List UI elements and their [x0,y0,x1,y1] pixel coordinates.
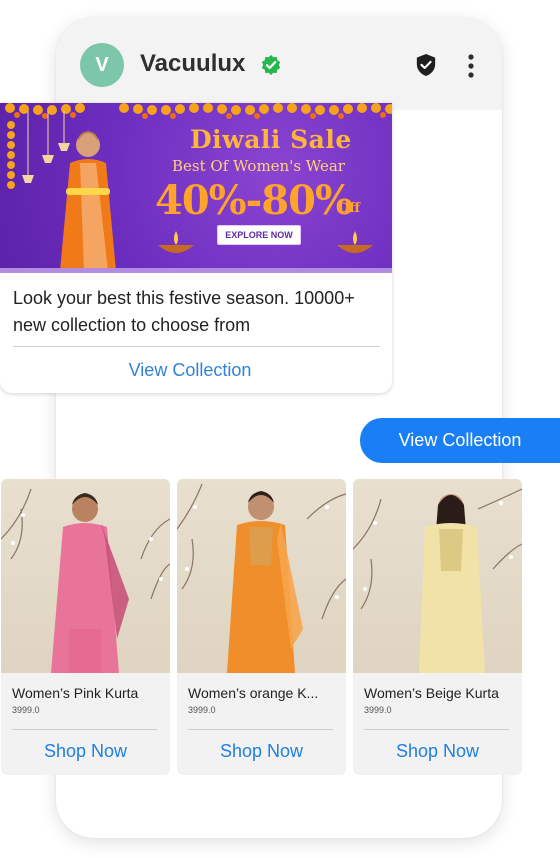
shop-now-button[interactable]: Shop Now [177,741,346,762]
promo-message-card: Diwali Sale Best Of Women's Wear 40%-80%… [0,103,392,393]
sale-subtitle: Best Of Women's Wear [172,157,345,175]
shield-check-icon[interactable] [415,53,437,77]
product-price: 3999.0 [188,705,216,715]
sale-offer: 40%-80% [155,177,353,224]
card-divider [12,729,157,730]
sent-reply-chip[interactable]: View Collection [360,418,560,463]
shop-now-button[interactable]: Shop Now [353,741,522,762]
product-image[interactable] [1,479,170,673]
sale-title: Diwali Sale [190,125,352,154]
business-name: Vacuulux [140,50,246,77]
product-name: Women’s Pink Kurta [12,685,139,701]
more-vert-icon[interactable] [462,52,480,80]
card-divider [364,729,509,730]
product-card-orange-kurta[interactable]: Women’s orange K... 3999.0 Shop Now [177,479,346,775]
product-image[interactable] [177,479,346,673]
product-photo-pink-kurta [1,488,170,673]
product-name: Women’s orange K... [188,685,319,701]
product-price: 3999.0 [12,705,40,715]
product-card-pink-kurta[interactable]: Women’s Pink Kurta 3999.0 Shop Now [1,479,170,775]
product-photo-beige-kurta [353,488,522,673]
explore-now-button[interactable]: EXPLORE NOW [217,225,301,245]
promo-message-text: Look your best this festive season. 1000… [13,288,355,335]
verified-check-icon [261,54,281,76]
sale-offer-suffix: Off [338,201,360,216]
shop-now-button[interactable]: Shop Now [1,741,170,762]
card-divider [13,346,380,347]
card-divider [188,729,333,730]
product-image[interactable] [353,479,522,673]
diwali-sale-banner[interactable]: Diwali Sale Best Of Women's Wear 40%-80%… [0,103,392,273]
banner-bottom-stripe [0,268,392,273]
product-name: Women’s Beige Kurta [364,685,499,701]
avatar[interactable]: V [80,43,124,87]
product-card-beige-kurta[interactable]: Women’s Beige Kurta 3999.0 Shop Now [353,479,522,775]
product-photo-orange-kurta [177,483,346,673]
view-collection-button[interactable]: View Collection [0,360,380,381]
product-price: 3999.0 [364,705,392,715]
